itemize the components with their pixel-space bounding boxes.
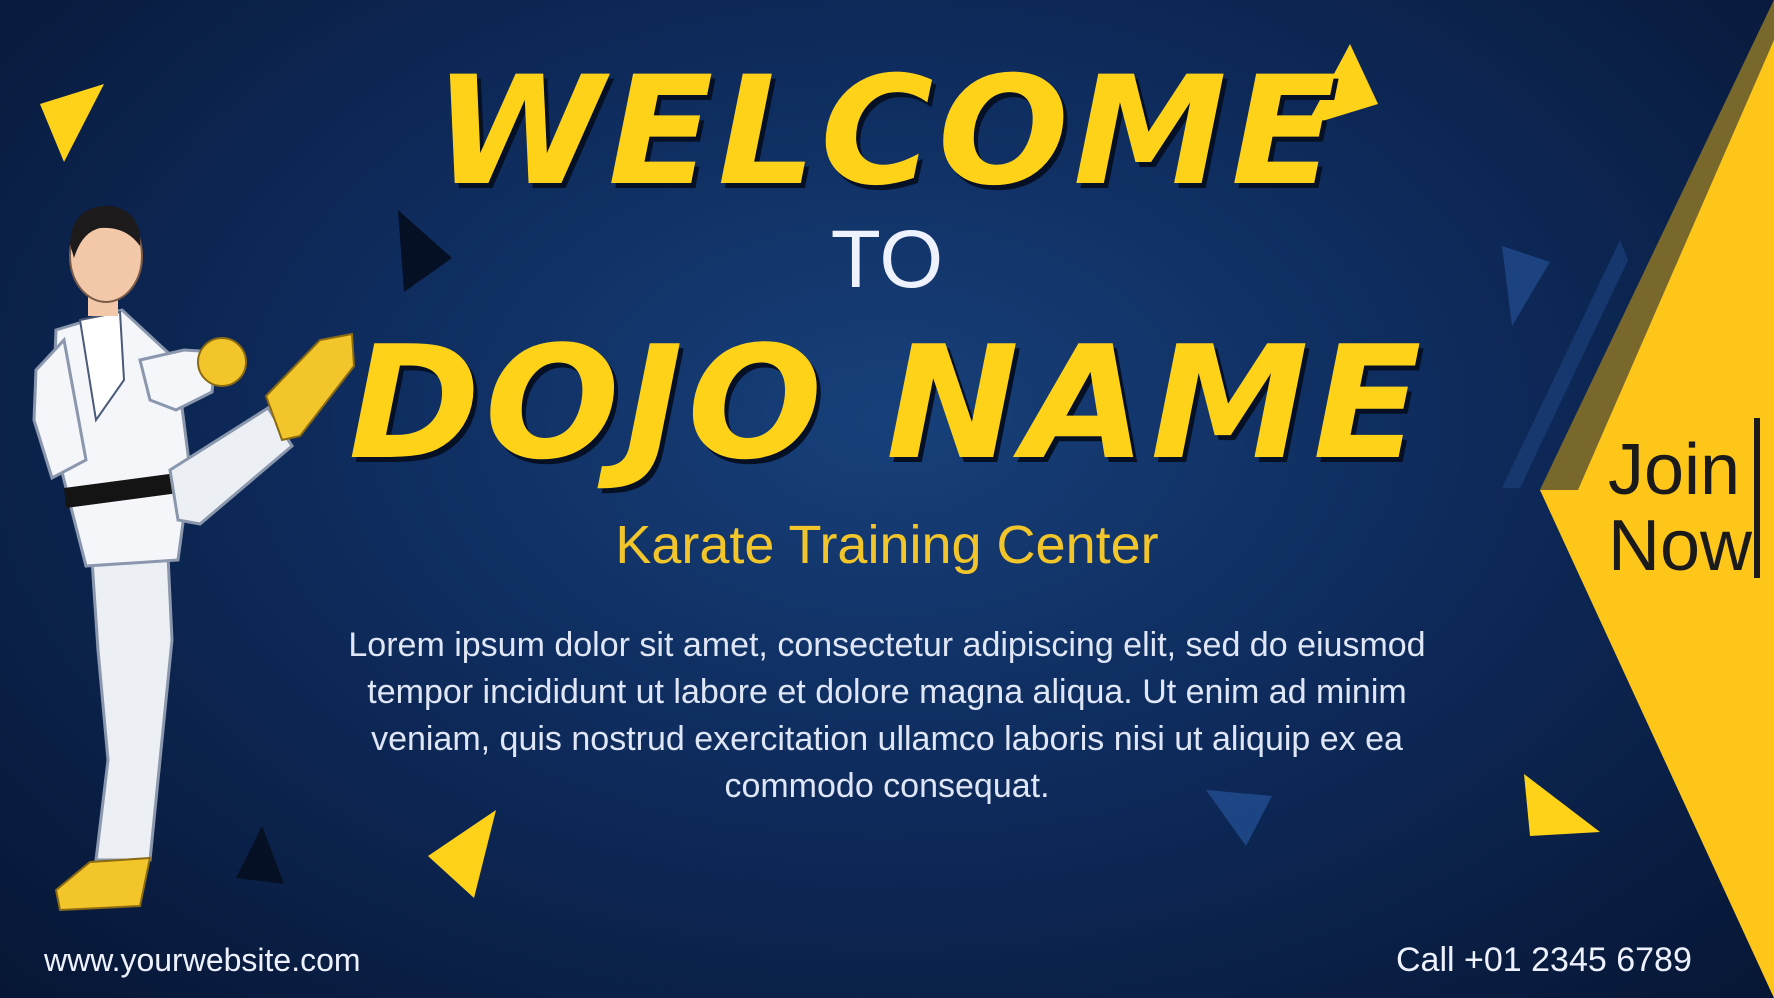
cta-divider (1754, 418, 1760, 578)
dojo-name-heading: DOJO NAME (348, 312, 1426, 494)
triangle-shape (428, 810, 496, 898)
website-link[interactable]: www.yourwebsite.com (44, 940, 361, 980)
triangle-shape (236, 826, 284, 884)
join-now-line2: Now (1608, 506, 1753, 586)
join-now-line1: Join (1608, 430, 1741, 510)
to-heading: TO (830, 214, 944, 305)
welcome-heading: WELCOME (433, 45, 1341, 219)
description-text: Lorem ipsum dolor sit amet, consectetur … (348, 626, 1426, 805)
dojo-banner: WELCOME TO DOJO NAME Karate Training Cen… (0, 0, 1774, 998)
triangle-shape (1524, 774, 1600, 836)
phone-number: Call +01 2345 6789 (1396, 941, 1692, 979)
subtitle: Karate Training Center (615, 515, 1159, 575)
join-now-button[interactable]: Join Now (1608, 430, 1753, 586)
